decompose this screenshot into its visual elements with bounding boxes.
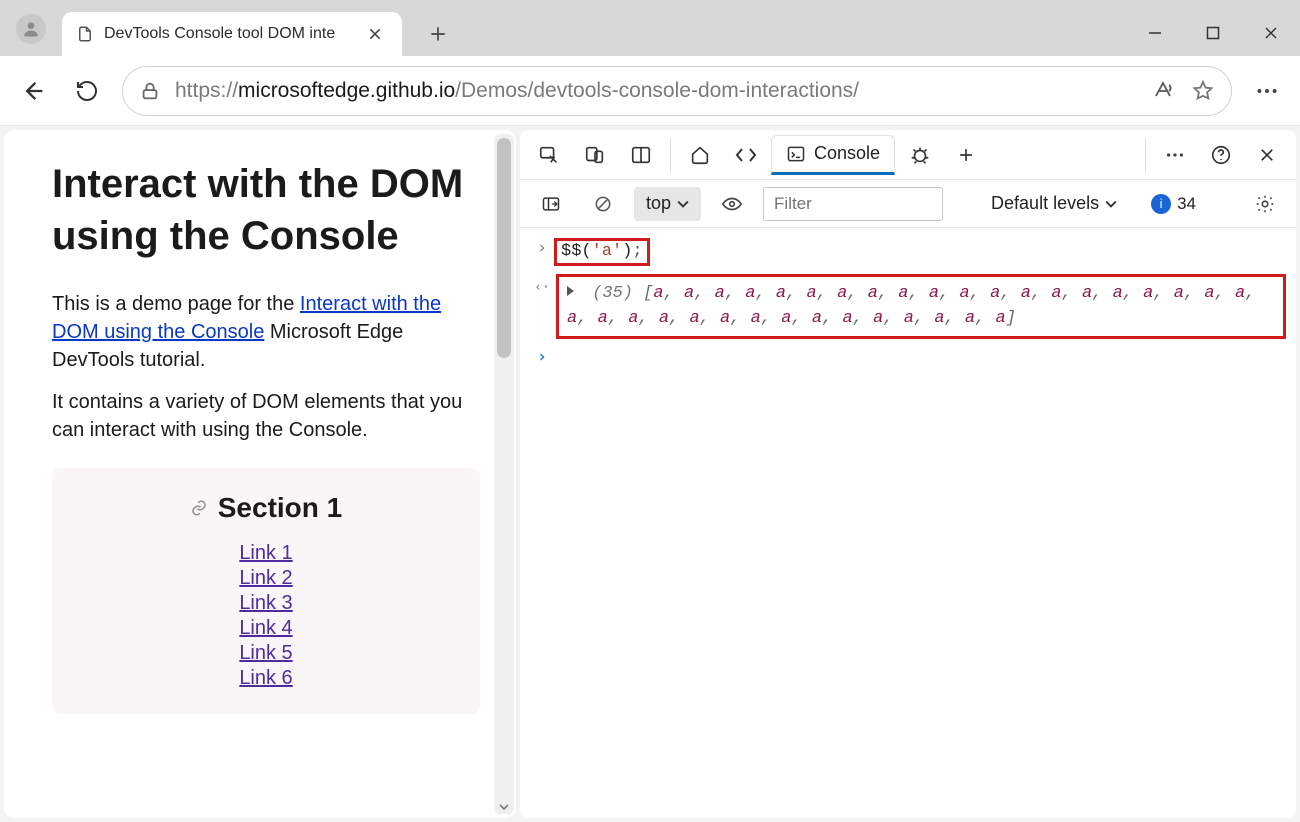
console-sidebar-toggle[interactable] [530,184,572,224]
url-path: /Demos/devtools-console-dom-interactions… [455,79,859,103]
dock-side-button[interactable] [620,135,662,175]
console-settings-button[interactable] [1244,184,1286,224]
window-close-button[interactable] [1242,10,1300,56]
divider [1145,138,1146,172]
window-controls [1126,10,1300,56]
console-output-row: ‹· (35) [a, a, a, a, a, a, a, a, a, a, a… [520,270,1296,343]
devtools-help-button[interactable] [1200,135,1242,175]
cmd-semi: ; [632,242,642,261]
scroll-down-icon[interactable] [494,798,514,816]
window-maximize-button[interactable] [1184,10,1242,56]
array-length-label: (35) [592,284,633,303]
tab-title: DevTools Console tool DOM inte [104,25,362,43]
site-lock-icon[interactable] [139,80,161,102]
browser-more-button[interactable] [1240,64,1294,118]
more-tabs-button[interactable] [945,135,987,175]
section-link[interactable]: Link 4 [239,617,292,640]
inspect-element-button[interactable] [528,135,570,175]
section-heading: Section 1 [190,492,342,524]
profile-avatar-button[interactable] [16,14,46,44]
console-messages[interactable]: › $$('a'); ‹· (35) [a, a, a, a, a, a, a,… [520,228,1296,818]
page-viewport: Interact with the DOM using the Console … [4,130,516,818]
anchor-link-icon[interactable] [190,499,208,517]
nav-refresh-button[interactable] [60,64,114,118]
execution-context-selector[interactable]: top [634,187,701,221]
new-tab-button[interactable] [418,14,458,54]
page-favicon-icon [76,25,94,43]
page-description-paragraph: It contains a variety of DOM elements th… [52,388,480,444]
section-links-list: Link 1Link 2Link 3Link 4Link 5Link 6 [76,542,456,690]
chevron-down-icon [1105,200,1117,208]
address-bar[interactable]: https://microsoftedge.github.io/Demos/de… [122,66,1232,116]
page-intro-paragraph: This is a demo page for the Interact wit… [52,290,480,374]
console-toolbar: top Default levels i 34 [520,180,1296,228]
console-input-row: › $$('a'); [520,234,1296,270]
devtools-tabstrip: Console [520,130,1296,180]
clear-console-button[interactable] [582,184,624,224]
elements-tab[interactable] [725,135,767,175]
chevron-down-icon [677,200,689,208]
console-output-highlight: (35) [a, a, a, a, a, a, a, a, a, a, a, a… [556,274,1286,339]
issues-counter[interactable]: i 34 [1139,187,1208,221]
cmd-arg: 'a' [592,242,623,261]
issues-badge-icon: i [1151,194,1171,214]
devtools-close-button[interactable] [1246,135,1288,175]
input-chevron-icon: › [530,238,554,258]
section-link[interactable]: Link 6 [239,667,292,690]
issues-tab[interactable] [899,135,941,175]
device-emulation-button[interactable] [574,135,616,175]
intro-text-pre: This is a demo page for the [52,293,300,315]
output-chevron-icon: ‹· [530,274,554,295]
section-link[interactable]: Link 1 [239,542,292,565]
divider [670,138,671,172]
section-link[interactable]: Link 3 [239,592,292,615]
window-titlebar: DevTools Console tool DOM inte [0,0,1300,56]
section-link[interactable]: Link 5 [239,642,292,665]
tab-close-button[interactable] [362,21,388,47]
levels-label: Default levels [991,193,1099,214]
nav-back-button[interactable] [6,64,60,118]
client-area: Interact with the DOM using the Console … [0,126,1300,822]
array-preview[interactable]: [a, a, a, a, a, a, a, a, a, a, a, a, a, … [567,284,1255,329]
read-aloud-button[interactable] [1151,79,1175,103]
log-levels-selector[interactable]: Default levels [979,187,1129,221]
console-tab-label: Console [814,143,880,164]
console-tab[interactable]: Console [771,135,895,175]
expand-object-icon[interactable] [567,286,574,296]
section-title-text: Section 1 [218,492,342,524]
welcome-tab[interactable] [679,135,721,175]
prompt-chevron-icon: › [530,347,554,367]
cmd-fn: $$ [561,242,581,261]
section-link[interactable]: Link 2 [239,567,292,590]
window-minimize-button[interactable] [1126,10,1184,56]
scrollbar-thumb[interactable] [497,138,511,358]
console-command-highlight: $$('a'); [554,238,650,266]
live-expression-button[interactable] [711,184,753,224]
context-label: top [646,193,671,214]
console-prompt-row[interactable]: › [520,343,1296,371]
favorite-star-button[interactable] [1191,79,1215,103]
devtools-settings-button[interactable] [1154,135,1196,175]
url-scheme: https:// [175,79,238,103]
devtools-panel: Console top Default levels [520,130,1296,818]
browser-toolbar: https://microsoftedge.github.io/Demos/de… [0,56,1300,126]
page-scrollbar[interactable] [494,134,514,814]
url-host: microsoftedge.github.io [238,79,455,103]
console-filter-input[interactable] [763,187,943,221]
issues-count: 34 [1177,194,1196,214]
page-heading: Interact with the DOM using the Console [52,158,480,262]
section-card: Section 1 Link 1Link 2Link 3Link 4Link 5… [52,468,480,714]
browser-tab-active[interactable]: DevTools Console tool DOM inte [62,12,402,56]
